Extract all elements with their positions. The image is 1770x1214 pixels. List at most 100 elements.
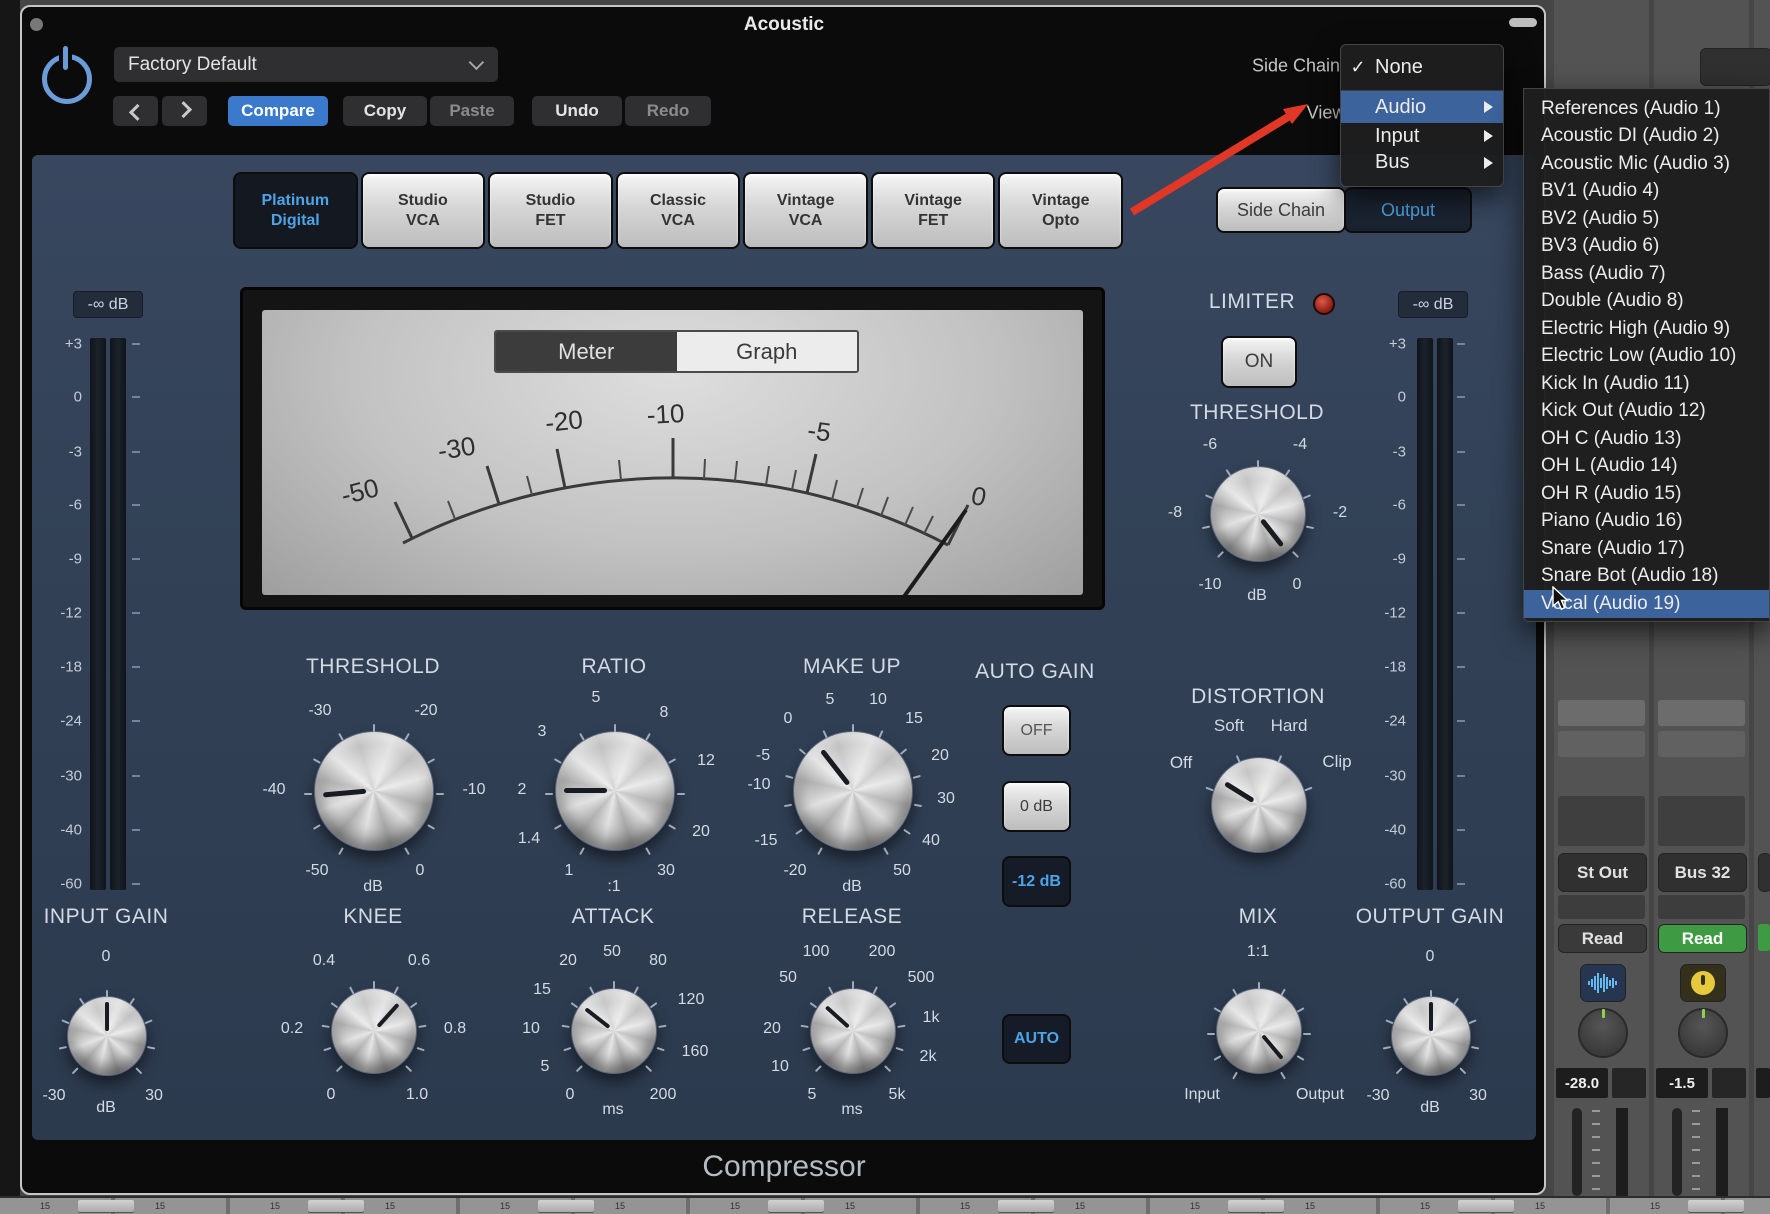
fader-cap[interactable] [998,1200,1054,1213]
model-vintage-vca[interactable]: VintageVCA [743,172,868,249]
mixer-slot[interactable] [1558,796,1645,846]
submenu-item[interactable]: OH R (Audio 15) [1524,480,1769,508]
meter-scale-number: -6 [44,497,82,514]
mixer-slot[interactable] [1558,700,1645,726]
preset-selector[interactable]: Factory Default [114,47,498,82]
submenu-item[interactable]: Bass (Audio 7) [1524,260,1769,288]
release-knob[interactable] [810,988,896,1074]
automation-read-button[interactable]: Read [1658,924,1747,953]
fader-track[interactable] [1572,1108,1582,1196]
submenu-item[interactable]: Snare (Audio 17) [1524,535,1769,563]
output-routing-button-partial[interactable] [1758,853,1770,892]
submenu-item[interactable]: Acoustic Mic (Audio 3) [1524,150,1769,178]
automation-read-button-partial[interactable] [1758,924,1770,951]
output-routing-button[interactable]: St Out [1558,853,1647,892]
auto-gain-minus12db-button[interactable]: -12 dB [1002,856,1071,907]
fader-cap[interactable] [1688,1200,1744,1213]
meter-scale-number: -18 [44,659,82,676]
mix-knob[interactable] [1216,988,1302,1074]
input-level-readout: -∞ dB [73,291,143,318]
copy-button[interactable]: Copy [343,96,427,126]
fader-cap[interactable] [1228,1200,1284,1213]
attack-knob[interactable] [571,988,657,1074]
input-monitor-button[interactable] [1680,964,1726,1002]
menu-item-none[interactable]: ✓ None [1341,45,1503,90]
menu-item-input[interactable]: Input [1341,123,1503,149]
submenu-item[interactable]: Kick Out (Audio 12) [1524,398,1769,426]
makeup-knob[interactable] [793,731,913,851]
fader-cap[interactable] [308,1200,364,1213]
next-preset-button[interactable] [162,96,207,126]
vu-meter-frame: -50 -30 -20 -10 -5 0 Meter Graph [240,287,1105,610]
mixer-top-button-partial[interactable] [1700,48,1770,86]
limiter-threshold-knob[interactable] [1210,466,1306,562]
tab-meter[interactable]: Meter [496,332,677,371]
tab-graph[interactable]: Graph [677,332,858,371]
compare-button[interactable]: Compare [228,96,328,126]
paste-button[interactable]: Paste [430,96,514,126]
model-platinum-digital[interactable]: PlatinumDigital [233,172,358,249]
menu-item-bus[interactable]: Bus [1341,149,1503,176]
model-classic-vca[interactable]: ClassicVCA [616,172,741,249]
auto-gain-0db-button[interactable]: 0 dB [1002,781,1071,832]
window-dot[interactable] [30,18,43,31]
submenu-item[interactable]: BV3 (Audio 6) [1524,233,1769,261]
distortion-knob[interactable] [1211,757,1307,853]
knee-label: KNEE [343,905,402,929]
minimize-pill[interactable] [1509,18,1537,27]
knee-knob[interactable] [331,988,417,1074]
output-routing-button[interactable]: Bus 32 [1658,853,1747,892]
fader-cap[interactable] [538,1200,594,1213]
mixer-slot[interactable] [1658,731,1745,757]
limiter-threshold-knob-group: -6 -4 -8 -2 -10 0 dB [1157,420,1357,610]
mixer-slot[interactable] [1658,700,1745,726]
auto-gain-off-button[interactable]: OFF [1002,705,1071,756]
limiter-on-button[interactable]: ON [1221,336,1297,388]
submenu-item[interactable]: Electric Low (Audio 10) [1524,343,1769,371]
redo-button[interactable]: Redo [625,96,711,126]
menu-item-audio[interactable]: Audio [1341,91,1503,123]
pan-knob[interactable] [1678,1008,1728,1058]
fader-tick-label: 15 [960,1201,970,1211]
mixer-slot[interactable] [1658,796,1745,846]
submenu-item[interactable]: Electric High (Audio 9) [1524,315,1769,343]
submenu-item[interactable]: OH L (Audio 14) [1524,453,1769,481]
automation-read-button[interactable]: Read [1558,924,1647,953]
ratio-knob[interactable] [555,731,675,851]
meter-scale-number: -3 [44,444,82,461]
prev-preset-button[interactable] [113,96,158,126]
submenu-item[interactable]: Acoustic DI (Audio 2) [1524,123,1769,151]
distortion-knob-group: DISTORTION Soft Hard Off Clip [1148,690,1368,865]
submenu-arrow-icon [1484,130,1493,142]
pan-knob[interactable] [1578,1008,1628,1058]
submenu-item[interactable]: Double (Audio 8) [1524,288,1769,316]
submenu-item[interactable]: BV2 (Audio 5) [1524,205,1769,233]
fader-cap[interactable] [1458,1200,1514,1213]
bypass-power-button[interactable] [36,42,94,106]
volume-value[interactable]: -28.0 [1556,1068,1608,1098]
threshold-knob[interactable] [314,731,434,851]
output-view-button[interactable]: Output [1344,187,1472,233]
submenu-item[interactable]: BV1 (Audio 4) [1524,178,1769,206]
submenu-item[interactable]: Piano (Audio 16) [1524,508,1769,536]
input-gain-knob[interactable] [67,996,147,1076]
submenu-item[interactable]: OH C (Audio 13) [1524,425,1769,453]
svg-text:-10: -10 [646,398,685,430]
output-gain-knob[interactable] [1391,996,1471,1076]
submenu-item[interactable]: References (Audio 1) [1524,95,1769,123]
output-meter-bar [1437,338,1453,890]
fader-tick-label: 15 [40,1201,50,1211]
meter-scale-tick [132,775,140,777]
fader-cap[interactable] [78,1200,134,1213]
auto-attack-release-button[interactable]: AUTO [1002,1014,1071,1064]
fader-track[interactable] [1672,1108,1682,1196]
model-studio-fet[interactable]: StudioFET [488,172,613,249]
freeze-waveform-button[interactable] [1580,964,1626,1002]
undo-button[interactable]: Undo [532,96,622,126]
mixer-slot[interactable] [1558,731,1645,757]
fader-cap[interactable] [768,1200,824,1213]
submenu-item[interactable]: Kick In (Audio 11) [1524,370,1769,398]
model-studio-vca[interactable]: StudioVCA [361,172,486,249]
model-vintage-fet[interactable]: VintageFET [871,172,996,249]
volume-value[interactable]: -1.5 [1656,1068,1708,1098]
